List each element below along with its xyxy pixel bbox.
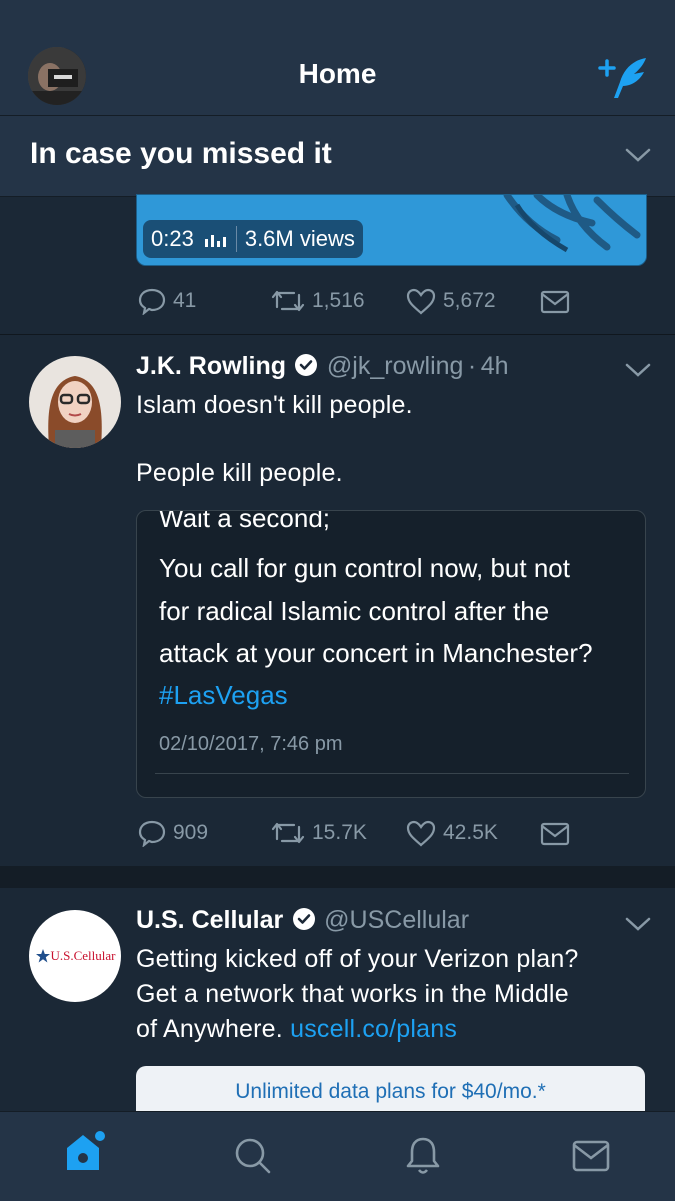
tweet-time: 4h <box>480 352 509 380</box>
tweet-header: J.K. Rowling @jk_rowling · 4h <box>136 352 509 381</box>
author-avatar[interactable]: U.S.Cellular <box>29 910 121 1002</box>
retweet-icon <box>271 290 305 312</box>
retweet-count: 15.7K <box>312 821 367 844</box>
author-handle[interactable]: @USCellular <box>324 906 469 934</box>
ad-headline: Unlimited data plans for $40/mo.* <box>235 1080 546 1103</box>
compose-tweet-icon[interactable] <box>596 52 654 102</box>
tweet-text-line: Get a network that works in the Middle <box>136 980 569 1008</box>
tweet-header: U.S. Cellular @USCellular <box>136 906 469 935</box>
icym-label: In case you missed it <box>30 137 332 170</box>
reply-count: 909 <box>173 821 209 844</box>
tweet-text-line: of Anywhere. uscell.co/plans <box>136 1015 458 1043</box>
retweet-icon <box>271 822 305 844</box>
author-avatar[interactable] <box>29 356 121 448</box>
heart-icon <box>406 288 436 315</box>
quote-line: attack at your concert in Manchester? <box>159 638 593 668</box>
quote-hashtag[interactable]: #LasVegas <box>159 674 288 716</box>
chevron-down-icon[interactable] <box>625 362 651 378</box>
analytics-icon <box>204 235 226 247</box>
retweet-button[interactable]: 1,516 <box>270 287 365 315</box>
like-button[interactable]: 5,672 <box>405 287 496 315</box>
search-tab-icon[interactable] <box>234 1137 272 1175</box>
quote-line: for radical Islamic control after the <box>159 596 550 626</box>
reply-icon <box>138 288 166 315</box>
page-title: Home <box>298 58 377 89</box>
tweet-text-line: People kill people. <box>136 459 343 487</box>
video-stats-badge: 0:23 3.6M views <box>143 220 363 258</box>
verified-badge-icon <box>295 354 318 376</box>
quote-line: You call for gun control now, but not <box>159 553 570 583</box>
home-tab-icon[interactable] <box>64 1128 106 1174</box>
quote-divider <box>155 773 629 774</box>
quote-cut-line: Wait a second; <box>159 510 331 533</box>
like-button[interactable]: 42.5K <box>405 819 498 847</box>
divider <box>0 334 675 335</box>
us-cellular-logo: U.S.Cellular <box>35 948 116 964</box>
author-name[interactable]: J.K. Rowling <box>136 352 286 380</box>
reply-count: 41 <box>173 289 197 312</box>
chevron-down-icon[interactable] <box>625 916 651 932</box>
star-logo-icon <box>35 949 50 963</box>
retweet-count: 1,516 <box>312 289 365 312</box>
tweet-text-line: Islam doesn't kill people. <box>136 391 413 419</box>
direct-message-icon[interactable] <box>540 822 570 846</box>
reply-icon <box>138 820 166 847</box>
chevron-down-icon[interactable] <box>625 147 651 163</box>
section-gap <box>0 866 675 888</box>
tweet-text-line: Getting kicked off of your Verizon plan? <box>136 945 579 973</box>
video-views: 3.6M views <box>235 226 363 252</box>
direct-message-icon[interactable] <box>540 290 570 314</box>
like-count: 5,672 <box>443 289 496 312</box>
quoted-screenshot[interactable]: Wait a second; You call for gun control … <box>136 510 646 798</box>
author-name[interactable]: U.S. Cellular <box>136 906 283 934</box>
heart-icon <box>406 820 436 847</box>
retweet-button[interactable]: 15.7K <box>270 819 367 847</box>
reply-button[interactable]: 909 <box>137 819 208 847</box>
reply-button[interactable]: 41 <box>137 287 196 315</box>
author-handle[interactable]: @jk_rowling <box>327 352 464 380</box>
messages-tab-icon[interactable] <box>572 1140 610 1172</box>
like-count: 42.5K <box>443 821 498 844</box>
video-duration: 0:23 <box>151 226 194 251</box>
tweet-link[interactable]: uscell.co/plans <box>290 1015 457 1043</box>
verified-badge-icon <box>292 908 315 930</box>
notifications-tab-icon[interactable] <box>404 1135 442 1177</box>
separator-dot: · <box>467 352 477 380</box>
quote-timestamp: 02/10/2017, 7:46 pm <box>159 733 343 755</box>
